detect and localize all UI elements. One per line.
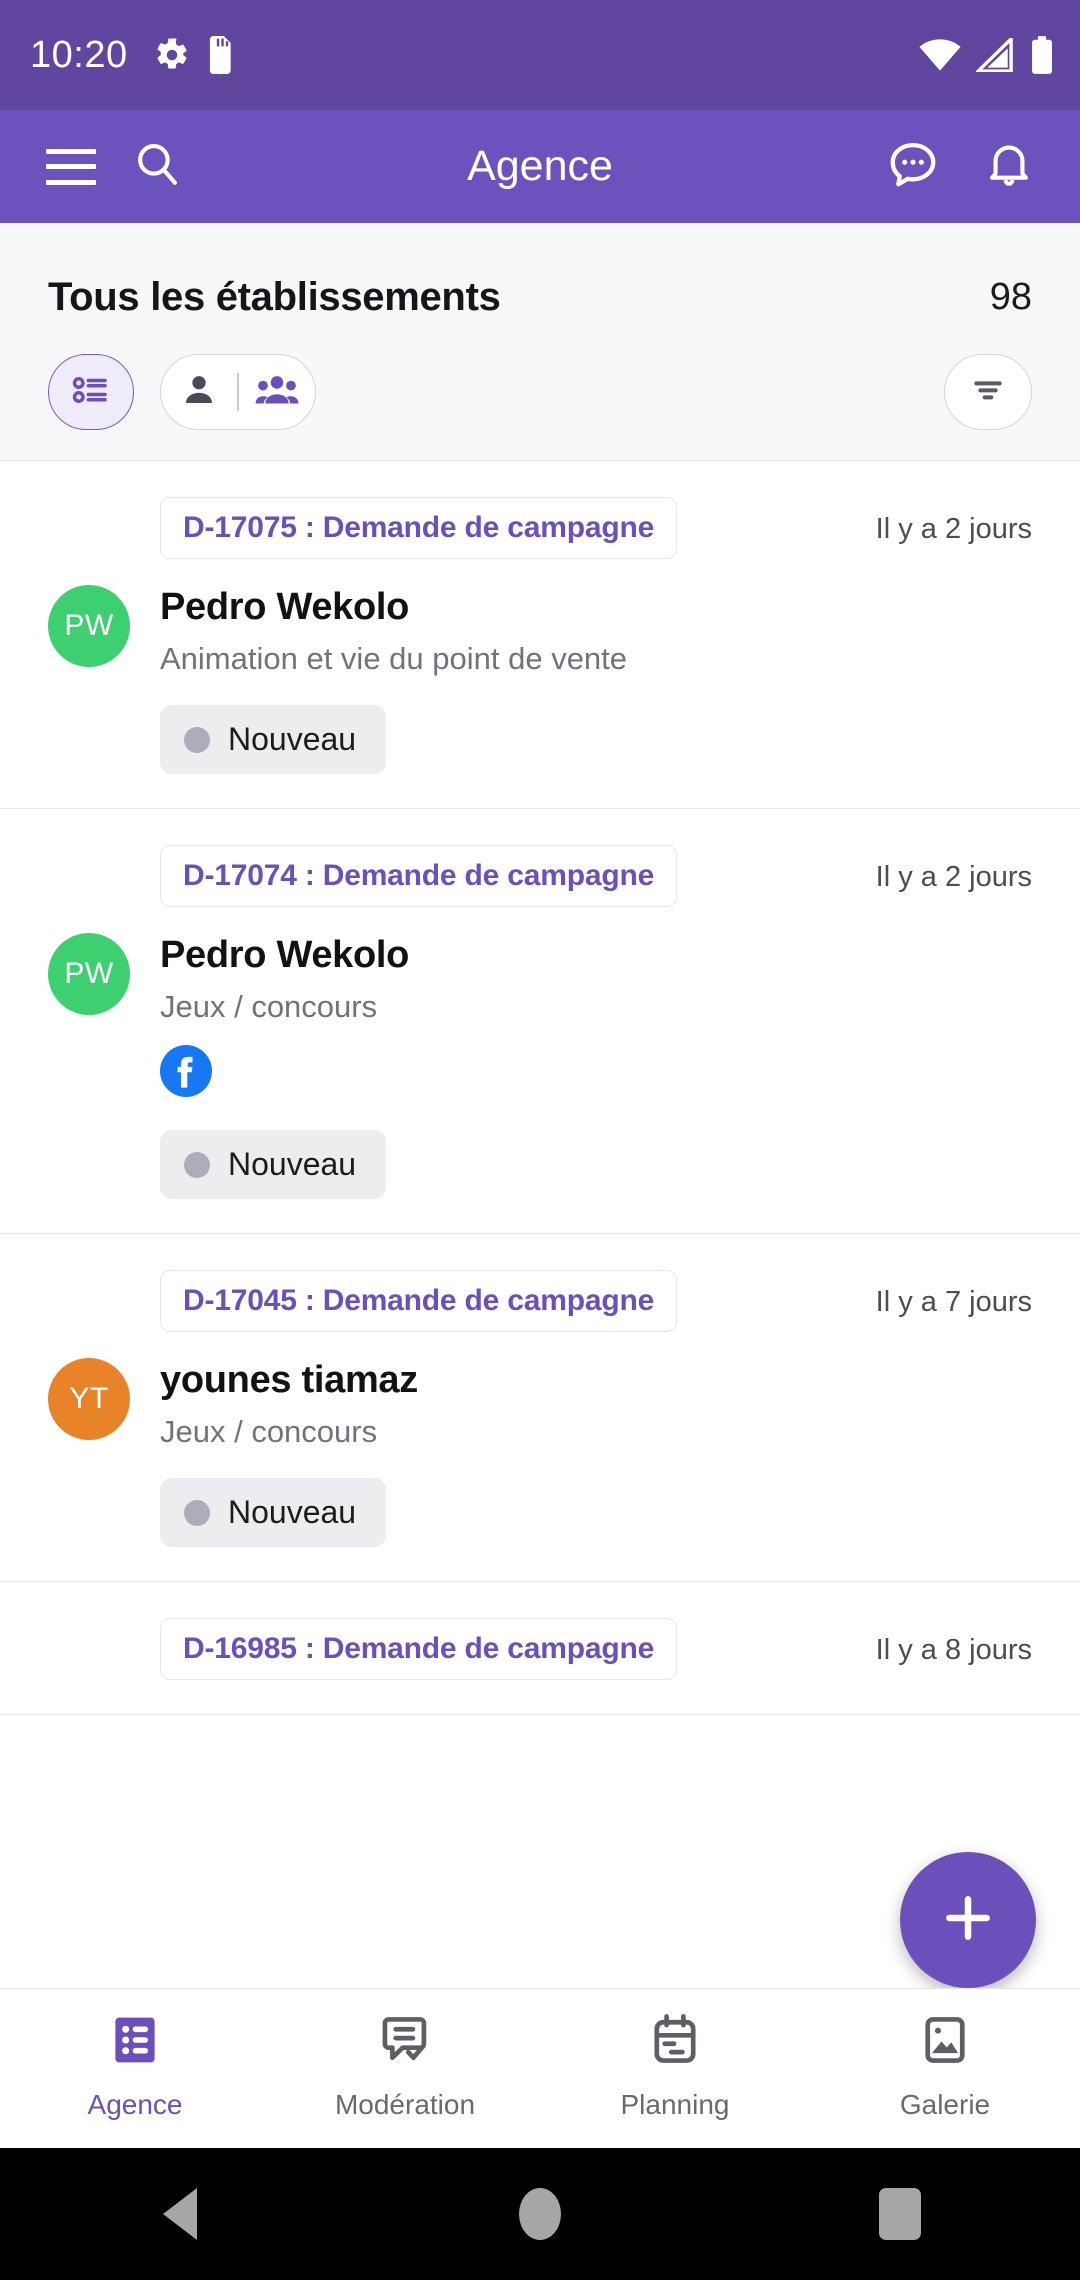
header-title: Tous les établissements	[48, 275, 501, 319]
nav-item-galerie[interactable]: Galerie	[810, 2012, 1080, 2121]
person-toggle-option[interactable]	[161, 371, 237, 414]
item-timestamp: Il y a 2 jours	[875, 861, 1032, 894]
back-button[interactable]	[120, 2154, 240, 2274]
status-badge: Nouveau	[160, 705, 387, 775]
notifications-button[interactable]	[972, 130, 1046, 204]
list-header: Tous les établissements 98	[0, 223, 1080, 461]
list-item[interactable]: D-17075 : Demande de campagne Il y a 2 j…	[0, 461, 1080, 810]
nav-label: Planning	[620, 2089, 730, 2120]
item-timestamp: Il y a 2 jours	[875, 513, 1032, 545]
list-item[interactable]: D-16985 : Demande de campagne Il y a 8 j…	[0, 1582, 1080, 1716]
search-button[interactable]	[120, 130, 194, 204]
list-item[interactable]: D-17045 : Demande de campagne Il y a 7 j…	[0, 1234, 1080, 1583]
list-item-body: PW Pedro Wekolo Animation et vie du poin…	[48, 585, 1032, 775]
list-item-top: D-17045 : Demande de campagne Il y a 7 j…	[48, 1270, 1032, 1333]
item-name: younes tiamaz	[160, 1359, 418, 1402]
avatar: YT	[48, 1358, 130, 1441]
filter-button[interactable]	[944, 354, 1032, 430]
bottom-navigation: Agence Modération Planning Galerie	[0, 1988, 1080, 2148]
requests-list[interactable]: D-17075 : Demande de campagne Il y a 2 j…	[0, 461, 1080, 1988]
status-clock: 10:20	[30, 33, 128, 76]
home-button[interactable]	[480, 2154, 600, 2274]
header-top-row: Tous les établissements 98	[48, 223, 1032, 320]
list-item-body: YT younes tiamaz Jeux / concours Nouveau	[48, 1358, 1032, 1548]
status-right-icons	[918, 36, 1054, 74]
status-dot-icon	[184, 726, 210, 753]
list-item-top: D-17075 : Demande de campagne Il y a 2 j…	[48, 497, 1032, 559]
status-dot-icon	[184, 1151, 210, 1178]
reference-badge[interactable]: D-17045 : Demande de campagne	[160, 1270, 678, 1333]
item-name: Pedro Wekolo	[160, 586, 410, 628]
sd-card-icon	[208, 36, 236, 74]
status-badge: Nouveau	[160, 1478, 387, 1548]
app-bar-actions	[876, 130, 1046, 204]
back-triangle-icon	[163, 2188, 197, 2240]
item-category: Jeux / concours	[160, 988, 378, 1024]
list-item[interactable]: D-17074 : Demande de campagne Il y a 2 j…	[0, 809, 1080, 1235]
list-icon	[107, 2012, 163, 2073]
item-timestamp: Il y a 7 jours	[875, 1286, 1032, 1319]
group-icon	[255, 371, 299, 414]
avatar: PW	[48, 585, 130, 667]
person-group-toggle-chip[interactable]	[160, 354, 316, 430]
calendar-icon	[647, 2012, 703, 2073]
nav-label: Agence	[87, 2089, 183, 2120]
group-toggle-option[interactable]	[239, 371, 315, 414]
phone-screen: 10:20 Agence Tous les établissements 98 …	[0, 0, 1080, 2280]
home-circle-icon	[519, 2188, 561, 2240]
recents-button[interactable]	[840, 2154, 960, 2274]
nav-item-moderation[interactable]: Modération	[270, 2012, 540, 2121]
item-timestamp: Il y a 8 jours	[875, 1634, 1032, 1667]
item-category: Jeux / concours	[160, 1413, 378, 1449]
person-icon	[180, 371, 218, 414]
android-navigation-bar	[0, 2148, 1080, 2280]
settings-gear-icon	[154, 37, 190, 73]
status-label: Nouveau	[228, 1146, 357, 1183]
chat-bubble-icon	[886, 137, 940, 196]
list-item-top: D-16985 : Demande de campagne Il y a 8 j…	[48, 1618, 1032, 1681]
list-item-texts: younes tiamaz Jeux / concours Nouveau	[160, 1358, 1032, 1548]
status-badge: Nouveau	[160, 1130, 387, 1200]
reference-badge[interactable]: D-17075 : Demande de campagne	[160, 497, 678, 559]
facebook-icon	[160, 1045, 212, 1102]
status-label: Nouveau	[228, 721, 357, 758]
nav-label: Modération	[334, 2089, 476, 2120]
list-item-top: D-17074 : Demande de campagne Il y a 2 j…	[48, 845, 1032, 908]
status-label: Nouveau	[228, 1494, 357, 1531]
recents-square-icon	[879, 2188, 921, 2240]
reference-badge[interactable]: D-16985 : Demande de campagne	[160, 1618, 678, 1681]
item-category: Animation et vie du point de vente	[160, 640, 628, 676]
plus-icon	[938, 1888, 998, 1953]
app-bar: Agence	[0, 110, 1080, 223]
battery-icon	[1030, 36, 1054, 74]
bell-icon	[983, 138, 1035, 195]
cellular-signal-icon	[976, 38, 1016, 72]
hamburger-menu-icon	[46, 148, 96, 185]
reference-badge[interactable]: D-17074 : Demande de campagne	[160, 845, 678, 908]
list-item-body: PW Pedro Wekolo Jeux / concours Nouveau	[48, 933, 1032, 1200]
status-dot-icon	[184, 1499, 210, 1526]
filter-sort-icon	[968, 370, 1008, 415]
nav-label: Galerie	[899, 2089, 991, 2120]
comment-check-icon	[377, 2012, 433, 2073]
chips-row	[48, 320, 1032, 460]
chat-button[interactable]	[876, 130, 950, 204]
avatar: PW	[48, 933, 130, 1016]
image-icon	[917, 2012, 973, 2073]
wifi-icon	[918, 38, 962, 72]
list-view-icon	[70, 369, 112, 416]
add-button[interactable]	[900, 1852, 1036, 1988]
item-name: Pedro Wekolo	[160, 934, 410, 977]
header-count: 98	[989, 276, 1032, 318]
listview-toggle-chip[interactable]	[48, 354, 134, 430]
list-item-texts: Pedro Wekolo Animation et vie du point d…	[160, 585, 1032, 775]
search-icon	[132, 139, 182, 194]
hamburger-menu-button[interactable]	[34, 130, 108, 204]
social-networks	[160, 1045, 1032, 1102]
list-item-texts: Pedro Wekolo Jeux / concours Nouveau	[160, 933, 1032, 1200]
status-bar: 10:20	[0, 0, 1080, 110]
nav-item-agence[interactable]: Agence	[0, 2012, 270, 2121]
status-left-icons	[154, 36, 236, 74]
nav-item-planning[interactable]: Planning	[540, 2012, 810, 2121]
